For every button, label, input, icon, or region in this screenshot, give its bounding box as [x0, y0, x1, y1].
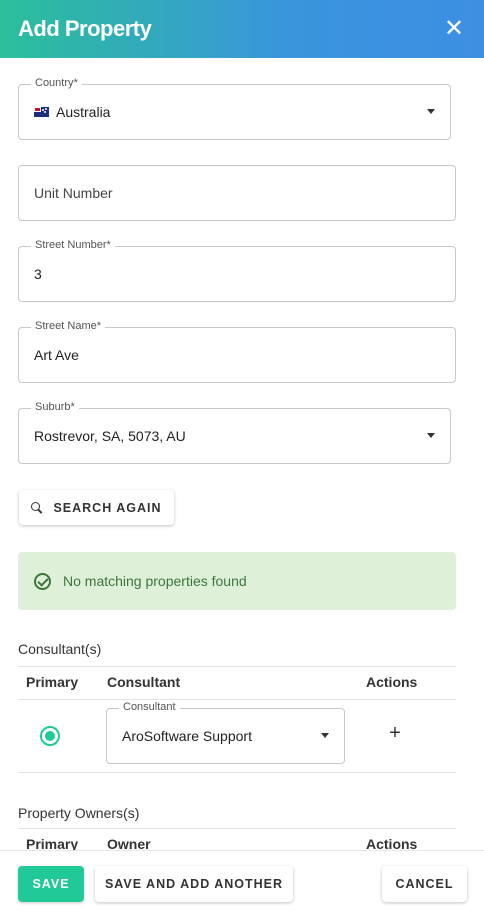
suburb-select[interactable]: Suburb* Rostrevor, SA, 5073, AU — [18, 401, 451, 464]
col-actions: Actions — [366, 674, 418, 690]
check-circle-icon — [34, 572, 51, 590]
search-again-button[interactable]: SEARCH AGAIN — [19, 490, 174, 525]
no-match-alert: No matching properties found — [18, 552, 456, 610]
consultants-title: Consultant(s) — [18, 641, 102, 657]
search-icon — [31, 501, 43, 514]
street-number-label: Street Number* — [31, 239, 115, 251]
close-icon[interactable]: ✕ — [442, 17, 466, 41]
suburb-value: Rostrevor, SA, 5073, AU — [34, 428, 186, 444]
country-select[interactable]: Country* Australia — [18, 77, 451, 140]
save-button[interactable]: SAVE — [18, 866, 84, 902]
country-value-wrap: Australia — [34, 104, 110, 120]
unit-number-placeholder: Unit Number — [34, 185, 113, 201]
dialog-header: Add Property ✕ — [0, 0, 484, 58]
col-primary: Primary — [26, 674, 79, 690]
primary-radio[interactable] — [40, 726, 60, 746]
country-label: Country* — [31, 77, 82, 89]
street-name-field[interactable]: Street Name* Art Ave — [18, 320, 456, 383]
unit-number-field[interactable]: Unit Number — [18, 165, 456, 221]
search-again-label: SEARCH AGAIN — [53, 500, 162, 515]
chevron-down-icon — [321, 733, 329, 738]
street-name-label: Street Name* — [31, 320, 106, 332]
divider — [18, 828, 456, 829]
chevron-down-icon — [427, 109, 435, 114]
owners-title: Property Owners(s) — [18, 805, 140, 821]
australia-flag-icon — [34, 107, 49, 118]
save-and-add-another-button[interactable]: SAVE AND ADD ANOTHER — [95, 866, 293, 902]
alert-text: No matching properties found — [63, 573, 247, 589]
consultant-select[interactable]: Consultant AroSoftware Support — [106, 701, 345, 764]
add-consultant-button[interactable]: + — [386, 722, 404, 745]
divider — [18, 666, 456, 667]
dialog-title: Add Property — [18, 16, 152, 41]
divider — [18, 699, 456, 700]
street-number-value: 3 — [34, 266, 42, 282]
divider — [18, 772, 456, 773]
col-consultant: Consultant — [107, 674, 181, 690]
chevron-down-icon — [427, 433, 435, 438]
consultant-value: AroSoftware Support — [122, 728, 252, 744]
consultant-label: Consultant — [119, 701, 180, 713]
country-value: Australia — [56, 104, 111, 120]
suburb-label: Suburb* — [31, 401, 79, 413]
cancel-button[interactable]: CANCEL — [382, 866, 467, 902]
street-number-field[interactable]: Street Number* 3 — [18, 239, 456, 302]
street-name-value: Art Ave — [34, 347, 79, 363]
